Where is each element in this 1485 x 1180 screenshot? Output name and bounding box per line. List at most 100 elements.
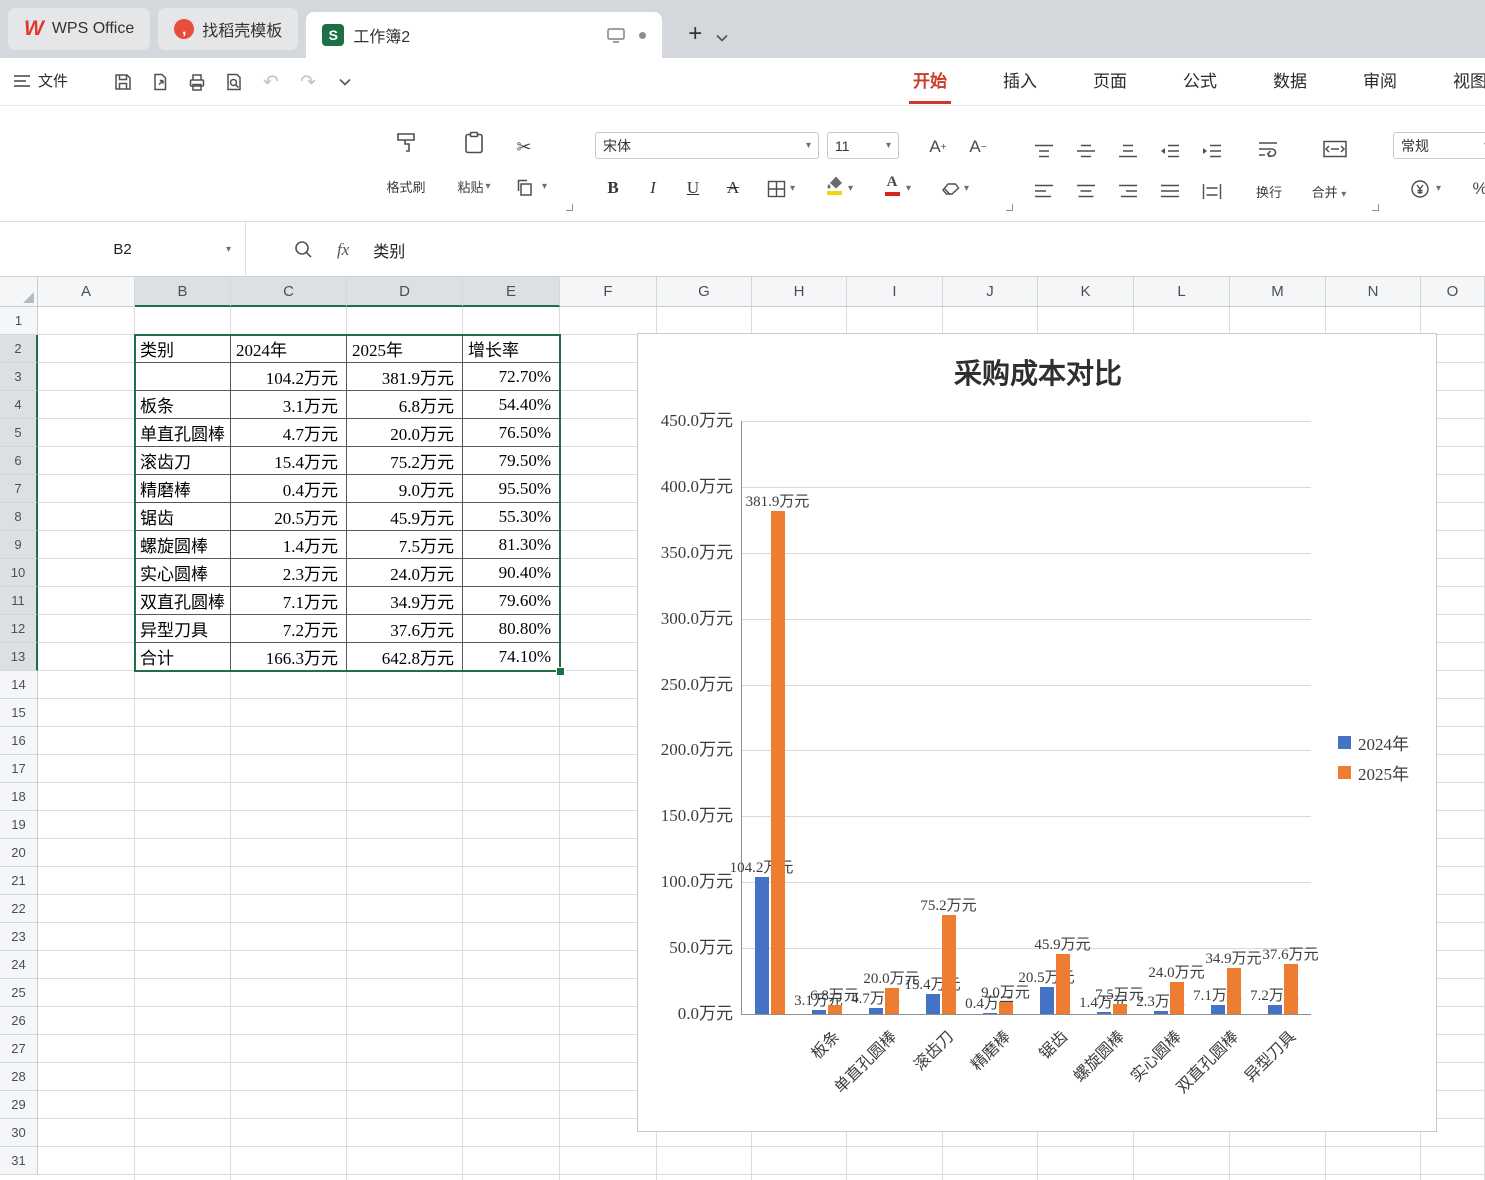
- wrap-text-button[interactable]: 换行: [1240, 182, 1298, 201]
- row-header-17[interactable]: 17: [0, 755, 38, 783]
- cell-D3[interactable]: 381.9万元: [347, 363, 463, 391]
- new-tab-button[interactable]: +: [688, 24, 702, 44]
- paste-button[interactable]: 粘贴▾: [448, 130, 500, 196]
- cell-D6[interactable]: 75.2万元: [347, 447, 463, 475]
- cell-C4[interactable]: 3.1万元: [231, 391, 347, 419]
- fill-handle[interactable]: [556, 667, 565, 676]
- align-right-icon[interactable]: [1114, 178, 1142, 204]
- print-icon[interactable]: [186, 71, 208, 93]
- distributed-align-icon[interactable]: [1198, 178, 1226, 204]
- row-header-11[interactable]: 11: [0, 587, 38, 615]
- cell-E13[interactable]: 74.10%: [463, 643, 560, 671]
- cell-B9[interactable]: 螺旋圆棒: [135, 531, 231, 559]
- cell-D13[interactable]: 642.8万元: [347, 643, 463, 671]
- cell-B6[interactable]: 滚齿刀: [135, 447, 231, 475]
- column-header-I[interactable]: I: [847, 277, 943, 307]
- font-name-select[interactable]: 宋体 ▾: [595, 132, 819, 159]
- cell-E5[interactable]: 76.50%: [463, 419, 560, 447]
- align-middle-icon[interactable]: [1072, 138, 1100, 164]
- font-color-button[interactable]: A: [878, 172, 906, 198]
- bar-2024年-螺旋圆棒[interactable]: [1097, 1012, 1111, 1014]
- align-bottom-icon[interactable]: [1114, 138, 1142, 164]
- row-header-30[interactable]: 30: [0, 1119, 38, 1147]
- row-header-3[interactable]: 3: [0, 363, 38, 391]
- row-header-13[interactable]: 13: [0, 643, 38, 671]
- row-header-9[interactable]: 9: [0, 531, 38, 559]
- eraser-chevron-icon[interactable]: ▾: [964, 184, 969, 194]
- insert-function-button[interactable]: fx: [337, 240, 349, 260]
- wrap-text-icon[interactable]: [1254, 136, 1284, 162]
- undo-icon[interactable]: ↶: [260, 71, 282, 93]
- alignment-dialog-launcher-icon[interactable]: [1372, 204, 1379, 211]
- fill-color-button[interactable]: [820, 172, 848, 198]
- cell-B8[interactable]: 锯齿: [135, 503, 231, 531]
- font-color-chevron-icon[interactable]: ▾: [906, 184, 911, 194]
- row-header-10[interactable]: 10: [0, 559, 38, 587]
- cell-B11[interactable]: 双直孔圆棒: [135, 587, 231, 615]
- row-header-1[interactable]: 1: [0, 307, 38, 335]
- row-header-12[interactable]: 12: [0, 615, 38, 643]
- borders-chevron-icon[interactable]: ▾: [790, 184, 795, 194]
- cell-C9[interactable]: 1.4万元: [231, 531, 347, 559]
- column-header-B[interactable]: B: [135, 277, 231, 307]
- strikethrough-button[interactable]: A: [720, 176, 746, 200]
- cell-D12[interactable]: 37.6万元: [347, 615, 463, 643]
- format-painter-button[interactable]: 格式刷: [380, 130, 432, 196]
- tab-home[interactable]: 开始: [905, 58, 955, 106]
- cell-D8[interactable]: 45.9万元: [347, 503, 463, 531]
- row-header-21[interactable]: 21: [0, 867, 38, 895]
- column-header-K[interactable]: K: [1038, 277, 1134, 307]
- cell-C10[interactable]: 2.3万元: [231, 559, 347, 587]
- cell-E9[interactable]: 81.30%: [463, 531, 560, 559]
- font-dialog-launcher-icon[interactable]: [1006, 204, 1013, 211]
- row-header-14[interactable]: 14: [0, 671, 38, 699]
- tab-list-chevron-icon[interactable]: [716, 34, 728, 42]
- row-header-8[interactable]: 8: [0, 503, 38, 531]
- number-format-select[interactable]: 常规 ▾: [1393, 132, 1485, 159]
- cell-E11[interactable]: 79.60%: [463, 587, 560, 615]
- eraser-button[interactable]: [936, 176, 964, 202]
- bar-2024年-锯齿[interactable]: [1040, 987, 1054, 1014]
- fill-color-chevron-icon[interactable]: ▾: [848, 184, 853, 194]
- align-center-icon[interactable]: [1072, 178, 1100, 204]
- tab-data[interactable]: 数据: [1265, 58, 1315, 106]
- currency-chevron-icon[interactable]: ▾: [1436, 184, 1441, 194]
- increase-indent-icon[interactable]: [1198, 138, 1226, 164]
- font-size-select[interactable]: 11 ▾: [827, 132, 899, 159]
- bar-2024年-板条[interactable]: [812, 1010, 826, 1014]
- cell-C5[interactable]: 4.7万元: [231, 419, 347, 447]
- legend-item-2024年[interactable]: 2024年: [1338, 730, 1409, 755]
- cut-button[interactable]: ✂: [510, 134, 538, 160]
- cell-D5[interactable]: 20.0万元: [347, 419, 463, 447]
- tab-formula[interactable]: 公式: [1175, 58, 1225, 106]
- cell-D4[interactable]: 6.8万元: [347, 391, 463, 419]
- cell-D2[interactable]: 2025年: [347, 335, 463, 363]
- currency-format-icon[interactable]: [1406, 176, 1434, 202]
- bar-2024年-单直孔圆棒[interactable]: [869, 1008, 883, 1014]
- row-header-19[interactable]: 19: [0, 811, 38, 839]
- percent-format-button[interactable]: %: [1466, 176, 1485, 202]
- split-view-icon[interactable]: [607, 28, 625, 43]
- row-header-26[interactable]: 26: [0, 1007, 38, 1035]
- bar-2024年-双直孔圆棒[interactable]: [1211, 1005, 1225, 1014]
- align-top-icon[interactable]: [1030, 138, 1058, 164]
- column-header-D[interactable]: D: [347, 277, 463, 307]
- search-icon[interactable]: [294, 240, 313, 259]
- cell-B13[interactable]: 合计: [135, 643, 231, 671]
- cell-D10[interactable]: 24.0万元: [347, 559, 463, 587]
- row-header-20[interactable]: 20: [0, 839, 38, 867]
- cell-B4[interactable]: 板条: [135, 391, 231, 419]
- row-header-27[interactable]: 27: [0, 1035, 38, 1063]
- chart[interactable]: 采购成本对比 0.0万元50.0万元100.0万元150.0万元200.0万元2…: [637, 333, 1437, 1132]
- borders-button[interactable]: [762, 176, 790, 202]
- save-icon[interactable]: [112, 71, 134, 93]
- bar-2024年-精磨棒[interactable]: [983, 1013, 997, 1014]
- column-header-C[interactable]: C: [231, 277, 347, 307]
- toolbar-more-chevron-icon[interactable]: [334, 71, 356, 93]
- redo-icon[interactable]: ↷: [297, 71, 319, 93]
- align-left-icon[interactable]: [1030, 178, 1058, 204]
- copy-chevron-icon[interactable]: ▾: [542, 182, 547, 192]
- column-header-G[interactable]: G: [657, 277, 752, 307]
- row-header-23[interactable]: 23: [0, 923, 38, 951]
- window-tab-wps-office[interactable]: W WPS Office: [8, 8, 150, 50]
